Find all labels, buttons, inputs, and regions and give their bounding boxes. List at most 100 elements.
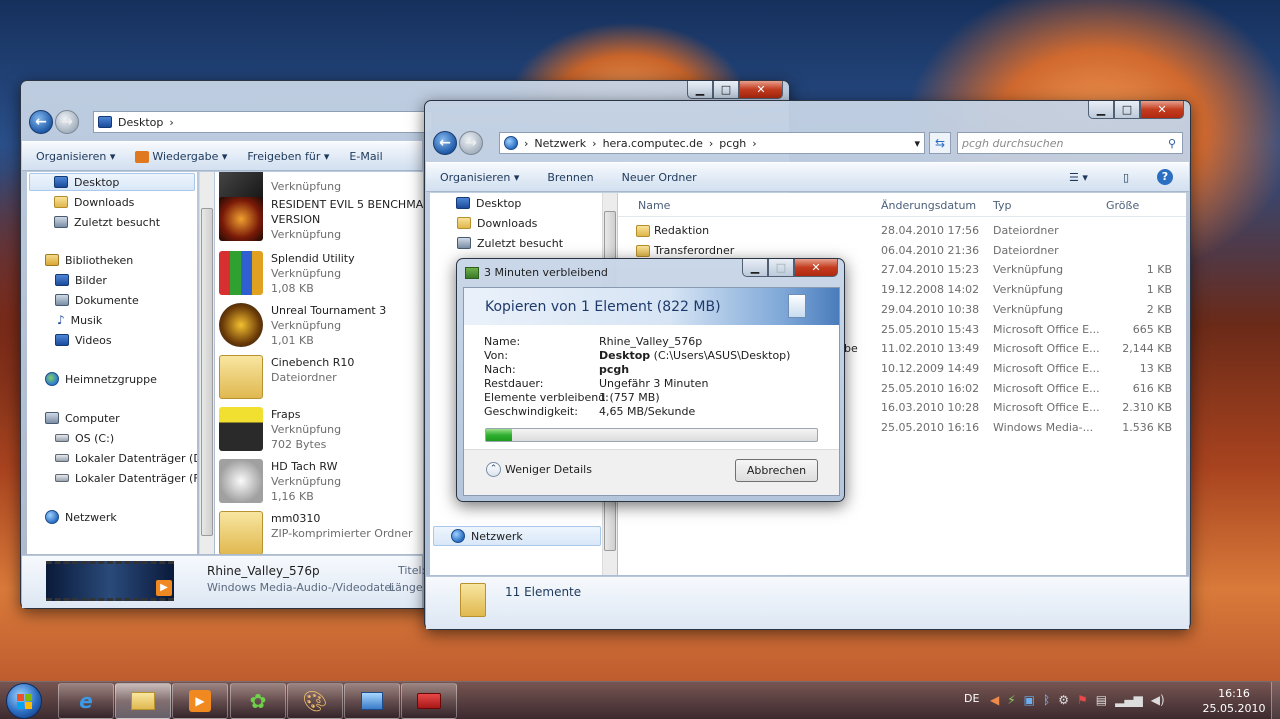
column-date[interactable]: Änderungsdatum	[881, 199, 976, 212]
maximize-button[interactable]: □	[713, 81, 739, 99]
settings-icon[interactable]: ⚙	[1058, 693, 1069, 707]
progress-fill	[486, 429, 513, 441]
file-name: Transferordner	[654, 243, 735, 257]
file-type: Microsoft Office E...	[993, 401, 1100, 415]
bluetooth-icon[interactable]: ᛒ	[1043, 693, 1050, 707]
column-type[interactable]: Typ	[993, 199, 1012, 212]
cancel-button[interactable]: Abbrechen	[735, 459, 818, 482]
show-desktop-button[interactable]	[1271, 682, 1280, 719]
nav-scrollbar[interactable]	[199, 172, 214, 554]
back-button[interactable]: ←	[29, 110, 53, 134]
security-icon[interactable]: ▣	[1024, 693, 1035, 707]
close-button[interactable]: ✕	[1140, 101, 1184, 119]
desktop-icon	[54, 176, 68, 188]
email-button[interactable]: E-Mail	[349, 150, 382, 163]
clock[interactable]: 16:16 25.05.2010	[1200, 686, 1268, 716]
address-bar[interactable]: › Netzwerk › hera.computec.de › pcgh › ▾	[499, 132, 925, 154]
play-menu[interactable]: Wiedergabe ▾	[135, 150, 227, 163]
organize-menu[interactable]: Organisieren ▾	[440, 171, 519, 184]
search-icon[interactable]: ⚲	[1168, 137, 1176, 150]
view-options-icon[interactable]: ☰ ▾	[1069, 171, 1088, 184]
nav-item-videos[interactable]: Videos	[27, 331, 112, 349]
nav-item-music[interactable]: ♪ Musik	[27, 311, 102, 329]
burn-button[interactable]: Brennen	[547, 171, 593, 184]
start-button[interactable]	[6, 683, 42, 719]
status-bar: 11 Elemente	[426, 576, 1189, 629]
nav-item-homegroup[interactable]: Heimnetzgruppe	[27, 370, 157, 388]
maximize-button[interactable]: □	[1114, 101, 1140, 119]
back-button[interactable]: ←	[433, 131, 457, 155]
nav-item-drive-d[interactable]: Lokaler Datenträger (D:)	[27, 449, 197, 467]
language-indicator[interactable]: DE	[964, 692, 979, 705]
nav-item-computer[interactable]: Computer	[27, 409, 120, 427]
list-item[interactable]: Unreal Tournament 3 Verknüpfung 1,01 KB	[215, 301, 423, 353]
action-center-icon[interactable]: ⚑	[1077, 693, 1088, 707]
preview-pane-icon[interactable]: ▯	[1123, 171, 1129, 184]
close-button[interactable]: ✕	[794, 259, 838, 277]
list-item[interactable]: mm0310 ZIP-komprimierter Ordner	[215, 509, 423, 554]
nav-item-network[interactable]: Netzwerk	[27, 508, 117, 526]
share-menu[interactable]: Freigeben für ▾	[247, 150, 329, 163]
scrollbar-thumb[interactable]	[201, 208, 213, 536]
speaker-arrow-icon[interactable]: ◀	[990, 693, 999, 707]
less-details-button[interactable]: ⌃ Weniger Details	[486, 462, 592, 477]
refresh-button[interactable]: ⇆	[929, 132, 951, 154]
breadcrumb-host[interactable]: hera.computec.de	[603, 137, 703, 150]
toolbar: Organisieren ▾ Wiedergabe ▾ Freigeben fü…	[22, 141, 422, 171]
column-name[interactable]: Name	[638, 199, 670, 212]
forward-button[interactable]: →	[459, 131, 483, 155]
organize-menu[interactable]: Organisieren ▾	[36, 150, 115, 163]
label-remaining-time: Restdauer:	[484, 377, 544, 390]
nav-item-downloads[interactable]: Downloads	[430, 214, 537, 232]
resident-evil-icon	[219, 197, 263, 241]
minimize-button[interactable]: ▁	[742, 259, 768, 277]
list-item[interactable]: Fraps Verknüpfung 702 Bytes	[215, 405, 423, 457]
volume-icon[interactable]: ◀)	[1151, 693, 1165, 707]
nav-item-drive-c[interactable]: OS (C:)	[27, 429, 114, 447]
list-item[interactable]: Splendid Utility Verknüpfung 1,08 KB	[215, 249, 423, 301]
search-input[interactable]: pcgh durchsuchen ⚲	[957, 132, 1183, 154]
nav-item-documents[interactable]: Dokumente	[27, 291, 139, 309]
taskbar-explorer[interactable]	[115, 683, 171, 719]
taskbar-internet-explorer[interactable]: e	[58, 683, 114, 719]
device-icon[interactable]: ▤	[1096, 693, 1107, 707]
nav-item-downloads[interactable]: Downloads	[27, 193, 134, 211]
new-folder-button[interactable]: Neuer Ordner	[622, 171, 697, 184]
file-type: Verknüpfung	[993, 283, 1064, 297]
nav-item-recent[interactable]: Zuletzt besucht	[430, 234, 563, 252]
signal-icon[interactable]: ▂▄▆	[1115, 693, 1143, 707]
nav-item-desktop[interactable]: Desktop	[430, 194, 521, 212]
dialog-heading: Kopieren von 1 Element (822 MB)	[485, 299, 721, 315]
nav-item-network-selected[interactable]: Netzwerk	[433, 526, 601, 546]
breadcrumb-network[interactable]: Netzwerk	[534, 137, 586, 150]
column-size[interactable]: Größe	[1106, 199, 1139, 212]
taskbar-icq[interactable]: ✿	[230, 683, 286, 719]
file-size: 616 KB	[1132, 381, 1172, 395]
list-item[interactable]: HD Tach RW Verknüpfung 1,16 KB	[215, 457, 423, 509]
address-bar[interactable]: Desktop ›	[93, 111, 433, 133]
breadcrumb-pcgh[interactable]: pcgh	[719, 137, 746, 150]
value-from: Desktop (C:\Users\ASUS\Desktop)	[599, 349, 791, 362]
minimize-button[interactable]: ▁	[1088, 101, 1114, 119]
help-icon[interactable]: ?	[1157, 169, 1173, 185]
nav-item-drive-f[interactable]: Lokaler Datenträger (F:)	[27, 469, 197, 487]
forward-button[interactable]: →	[55, 110, 79, 134]
taskbar-toolbox[interactable]	[401, 683, 457, 719]
nav-item-recent[interactable]: Zuletzt besucht	[27, 213, 160, 231]
folder-icon	[219, 355, 263, 399]
taskbar-media-player[interactable]: ▶	[172, 683, 228, 719]
nav-item-pictures[interactable]: Bilder	[27, 271, 107, 289]
column-header: Name Änderungsdatum Typ Größe	[618, 193, 1186, 217]
list-item[interactable]: RESIDENT EVIL 5 BENCHMAR VERSION Verknüp…	[215, 195, 423, 247]
taskbar-paint[interactable]: 🎨︎	[287, 683, 343, 719]
list-item[interactable]: Cinebench R10 Dateiordner	[215, 353, 423, 405]
taskbar-remote-desktop[interactable]	[344, 683, 400, 719]
close-button[interactable]: ✕	[739, 81, 783, 99]
address-dropdown-icon[interactable]: ▾	[914, 137, 920, 150]
power-icon[interactable]: ⚡	[1007, 693, 1015, 707]
nav-item-libraries[interactable]: Bibliotheken	[27, 251, 133, 269]
desktop-icon	[456, 197, 470, 209]
table-row[interactable]: Redaktion 28.04.2010 17:56 Dateiordner	[618, 221, 1186, 241]
minimize-button[interactable]: ▁	[687, 81, 713, 99]
nav-item-desktop[interactable]: Desktop	[29, 173, 195, 191]
